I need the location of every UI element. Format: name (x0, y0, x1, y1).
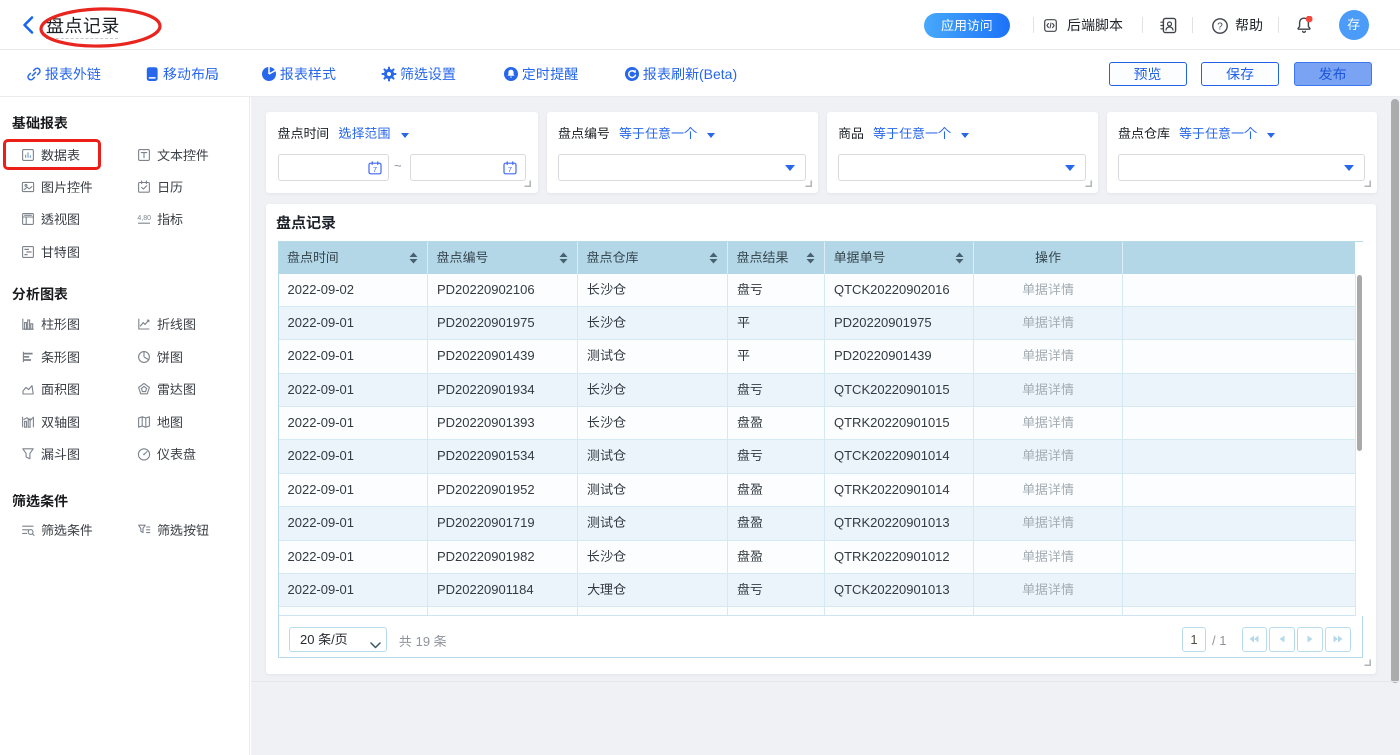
svg-text:4,80: 4,80 (137, 215, 151, 222)
svg-text:7: 7 (508, 165, 512, 174)
svg-text:7: 7 (373, 165, 377, 174)
svg-text:?: ? (1217, 21, 1223, 32)
